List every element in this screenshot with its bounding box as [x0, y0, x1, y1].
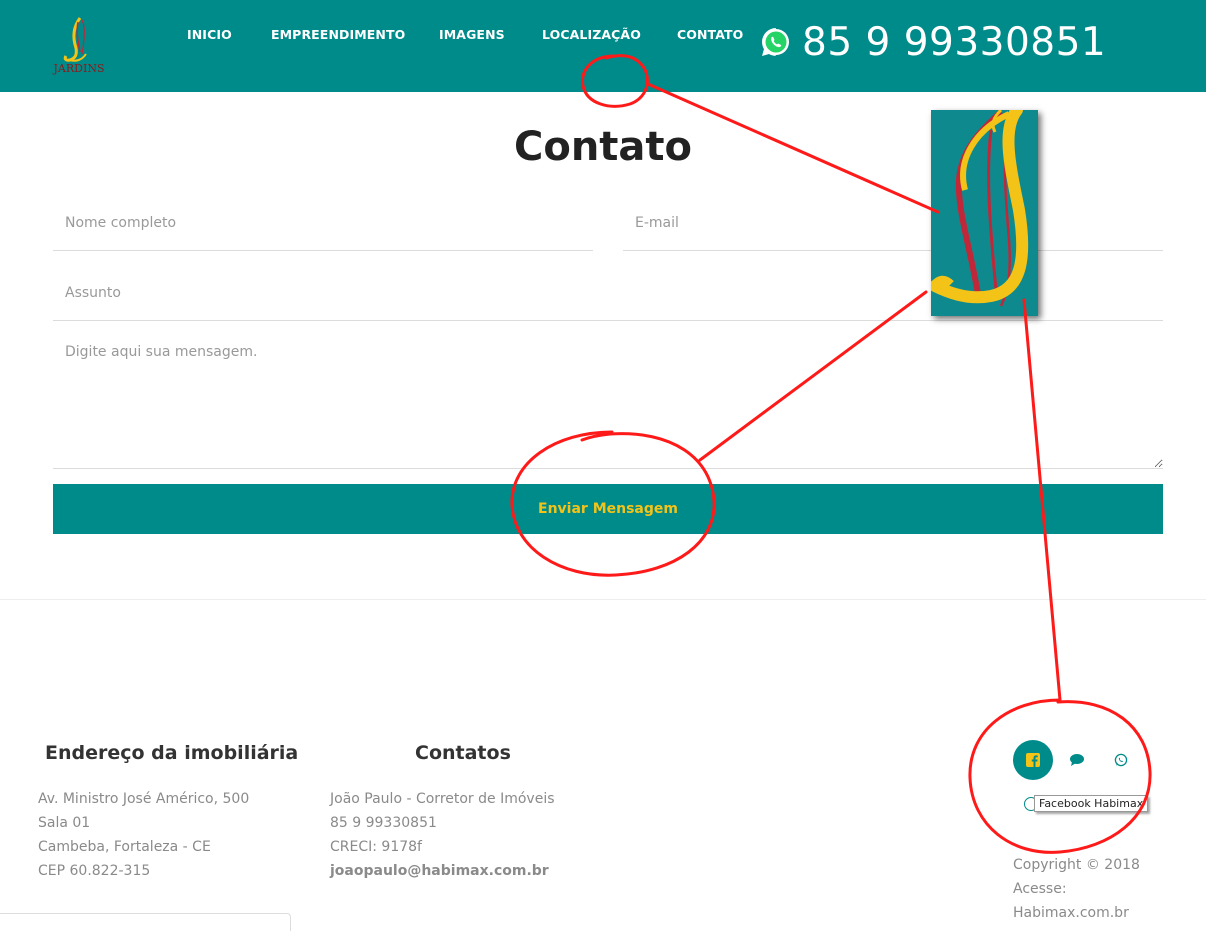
contact-line: João Paulo - Corretor de Imóveis [330, 791, 555, 807]
message-textarea[interactable] [53, 334, 1163, 469]
contact-line: 85 9 99330851 [330, 815, 437, 831]
nav-empreendimento[interactable]: EMPREENDIMENTO [271, 27, 405, 42]
header-phone[interactable]: 85 9 99330851 [760, 18, 1106, 66]
social-tooltip: Facebook Habimax [1034, 795, 1149, 812]
name-input[interactable] [53, 196, 593, 251]
facebook-button[interactable] [1013, 740, 1053, 780]
nav-inicio[interactable]: INICIO [187, 27, 232, 42]
address-line: Av. Ministro José Américo, 500 [38, 791, 250, 807]
nav-localizacao[interactable]: LOCALIZAÇÃO [542, 27, 641, 42]
enlarged-logo-image [931, 110, 1038, 316]
contact-line: CRECI: 9178f [330, 839, 422, 855]
phone-number: 85 9 99330851 [802, 19, 1107, 65]
chat-icon [1070, 754, 1084, 766]
contacts-heading: Contatos [415, 742, 511, 764]
jardins-logo[interactable]: JARDINS [46, 14, 112, 80]
contact-email-link[interactable]: joaopaulo@habimax.com.br [330, 863, 549, 879]
bottom-widget-edge [0, 913, 291, 931]
nav-contato[interactable]: CONTATO [677, 27, 743, 42]
whatsapp-button[interactable] [1101, 740, 1141, 780]
address-line: CEP 60.822-315 [38, 863, 151, 879]
address-line: Sala 01 [38, 815, 91, 831]
whatsapp-icon [762, 28, 789, 56]
address-line: Cambeba, Fortaleza - CE [38, 839, 211, 855]
email-input[interactable] [623, 196, 1163, 251]
chat-button[interactable] [1057, 740, 1097, 780]
nav-imagens[interactable]: IMAGENS [439, 27, 505, 42]
copyright-text: Copyright © 2018 [1013, 857, 1140, 873]
whatsapp-icon [1114, 753, 1128, 767]
facebook-icon [1026, 753, 1040, 767]
send-message-button[interactable]: Enviar Mensagem [53, 484, 1163, 534]
section-divider [0, 599, 1206, 600]
habimax-link[interactable]: Habimax.com.br [1013, 905, 1129, 921]
logo-text: JARDINS [53, 62, 105, 75]
address-heading: Endereço da imobiliária [45, 742, 299, 764]
site-header: JARDINS INICIO EMPREENDIMENTO IMAGENS LO… [0, 0, 1206, 92]
access-label: Acesse: [1013, 881, 1067, 897]
